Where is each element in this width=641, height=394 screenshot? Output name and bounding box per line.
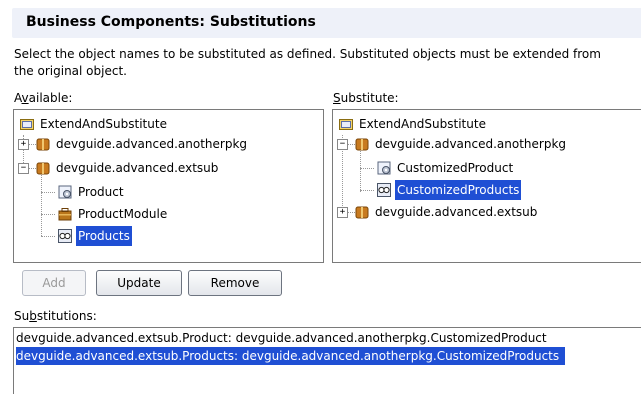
package-icon <box>36 138 50 151</box>
list-item[interactable]: devguide.advanced.extsub.Product: devgui… <box>16 329 553 347</box>
package-icon <box>355 138 369 151</box>
description-line-2: the original object. <box>14 64 127 78</box>
description-line-1: Select the object names to be substitute… <box>14 47 601 61</box>
folder-icon <box>20 119 34 130</box>
substitute-tree[interactable]: ExtendAndSubstitute − devguide.advanced.… <box>332 109 641 263</box>
substitutions-list[interactable]: devguide.advanced.extsub.Product: devgui… <box>13 327 641 394</box>
view-object-icon <box>377 183 391 197</box>
entity-object-icon <box>58 185 72 199</box>
package-icon <box>355 206 369 219</box>
folder-icon <box>339 119 353 130</box>
view-object-icon <box>58 229 72 243</box>
page-title: Business Components: Substitutions <box>26 14 316 30</box>
list-item[interactable]: devguide.advanced.extsub.Products: devgu… <box>16 347 566 365</box>
update-button[interactable]: Update <box>96 270 182 296</box>
add-button[interactable]: Add <box>22 270 86 296</box>
collapse-toggle[interactable]: − <box>337 139 348 150</box>
description: Select the object names to be substitute… <box>14 46 641 80</box>
available-label: Available: <box>14 91 73 105</box>
available-tree[interactable]: ExtendAndSubstitute + devguide.advanced.… <box>13 109 324 263</box>
application-module-icon <box>58 208 72 221</box>
expand-toggle[interactable]: + <box>18 139 29 150</box>
remove-button[interactable]: Remove <box>188 270 282 296</box>
package-icon <box>36 162 50 175</box>
expand-toggle[interactable]: + <box>337 207 348 218</box>
substitute-label: Substitute: <box>333 91 399 105</box>
entity-object-icon <box>377 161 391 175</box>
substitutions-label: Substitutions: <box>14 309 97 323</box>
collapse-toggle[interactable]: − <box>18 163 29 174</box>
panel-header: Business Components: Substitutions <box>12 8 641 38</box>
